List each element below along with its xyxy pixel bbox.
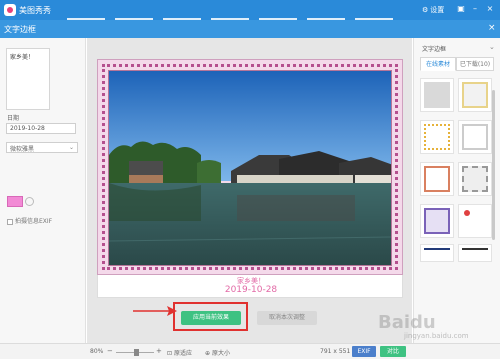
sub-bar: 文字边框 × [0,20,500,38]
exif-button[interactable]: EXIF [352,346,376,357]
close-panel-icon[interactable]: × [488,23,496,33]
font-select[interactable]: 微软雅黑 ⌄ [6,142,78,153]
chevron-down-icon: ⌄ [68,144,74,151]
top-tabs [55,0,415,20]
image-dimensions: 791 x 551 [320,348,351,355]
gear-icon: ⚙ [422,6,429,14]
close-icon[interactable]: × [485,4,495,14]
date-label: 日期 [7,115,20,122]
exif-label: 拍摄信息EXIF [15,218,53,225]
border-thumbnail[interactable] [420,162,454,196]
original-size-icon: ⊕ [205,350,211,357]
app-logo-icon [4,4,16,16]
cancel-adjustment-button[interactable]: 取消本次调整 [257,311,317,325]
exif-checkbox-row[interactable]: 拍摄信息EXIF [7,216,52,225]
zoom-level: 80% [90,348,104,355]
zoom-slider-handle[interactable] [134,349,139,356]
settings-button[interactable]: ⚙ 设置 [422,5,444,15]
tab-online-materials[interactable]: 在线素材 [420,57,456,71]
panel-title: 文字边框 [4,25,36,34]
left-settings-panel: 家乡美！ 日期 2019-10-28 微软雅黑 ⌄ 拍摄信息EXIF [0,38,86,343]
border-thumbnail[interactable] [458,78,492,112]
caption-date: 2019-10-28 [224,285,278,295]
status-bar: 80% − + ⊡ 原适应 ⊕ 原大小 791 x 551 EXIF 对比 [0,343,500,359]
app-name: 美图秀秀 [19,6,51,15]
minimize-icon[interactable]: – [470,4,480,14]
skin-icon[interactable]: ▣ [456,4,466,14]
watermark-url: jingyan.baidu.com [404,332,469,340]
original-size-label: 原大小 [211,350,230,357]
exif-checkbox[interactable] [7,218,13,225]
border-thumbnail[interactable] [458,244,492,262]
border-thumbnail[interactable] [420,204,454,238]
border-thumbnail[interactable] [420,120,454,154]
border-thumbnail[interactable] [458,162,492,196]
border-template-panel: 文字边框 ⌄ 在线素材 已下载(10) [413,38,500,343]
watermark-logo: Baidu [378,312,436,333]
date-field[interactable]: 2019-10-28 [6,123,76,134]
caption-card: 家乡美！ 2019-10-28 [97,275,403,298]
border-thumbnail[interactable] [420,78,454,112]
border-thumbnail[interactable] [458,120,492,154]
compare-button[interactable]: 对比 [380,346,406,357]
settings-label: 设置 [430,6,445,14]
original-size-button[interactable]: ⊕ 原大小 [205,348,230,357]
fit-icon: ⊡ [167,350,173,357]
fit-label: 原适应 [173,350,192,357]
chevron-down-icon[interactable]: ⌄ [489,43,495,51]
fit-button[interactable]: ⊡ 原适应 [167,348,192,357]
font-select-value: 微软雅黑 [10,146,35,153]
template-scrollbar[interactable] [492,90,495,240]
border-thumbnail[interactable] [420,244,454,262]
zoom-out-icon[interactable]: − [107,347,113,355]
text-input[interactable]: 家乡美！ [6,48,50,110]
color-swatch[interactable] [7,196,23,207]
red-arrow-annotation [133,306,177,316]
color-picker-icon[interactable] [25,197,34,206]
title-bar: 美图秀秀 ⚙ 设置 ▣ – × [0,0,500,20]
border-thumbnail[interactable] [458,204,492,238]
template-category[interactable]: 文字边框 [422,44,446,53]
photo-preview [108,70,392,266]
zoom-in-icon[interactable]: + [156,347,162,355]
landscape-photo [109,71,391,265]
apply-effect-button[interactable]: 应用当前效果 [181,311,241,325]
tab-downloaded[interactable]: 已下载(10) [456,57,494,71]
